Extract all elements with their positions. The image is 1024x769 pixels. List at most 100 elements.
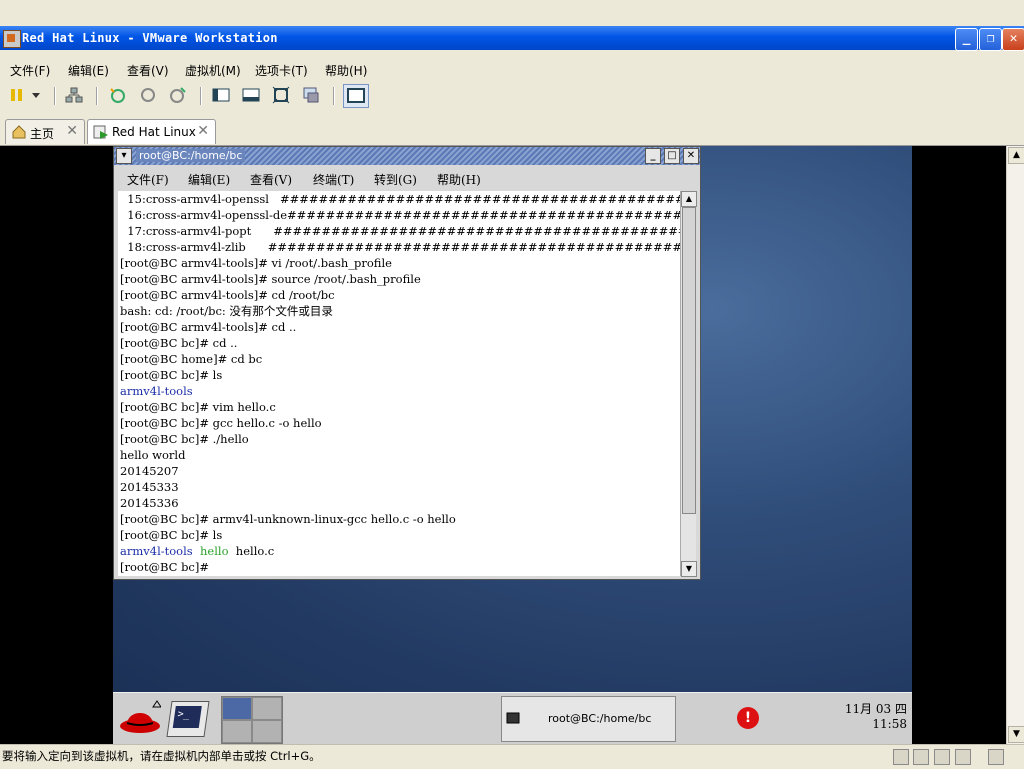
terminal-scroll-up-icon[interactable]: ▲ <box>681 191 697 207</box>
terminal-line: [root@BC armv4l-tools]# cd /root/bc <box>120 288 335 302</box>
terminal-scrollbar[interactable]: ▲ ▼ <box>680 191 697 577</box>
terminal-line: [root@BC bc]# ls <box>120 368 223 382</box>
terminal-line: 15:cross-armv4l-openssl ################… <box>120 192 680 206</box>
terminal-line: 20145336 <box>120 496 179 510</box>
terminal-line-segment: hello <box>200 544 229 558</box>
terminal-menu-file[interactable]: 文件(F) <box>127 171 169 188</box>
vm-scrollbar[interactable]: ▲ ▼ <box>1006 146 1024 744</box>
workspace-2[interactable] <box>252 697 282 720</box>
minimize-button[interactable]: _ <box>955 28 978 51</box>
terminal-line: [root@BC bc]# vim hello.c <box>120 400 276 414</box>
pause-icon[interactable] <box>8 86 26 104</box>
terminal-menu-view[interactable]: 查看(V) <box>250 171 292 188</box>
terminal-launcher-icon[interactable] <box>166 701 210 737</box>
menubar: 文件(F) 编辑(E) 查看(V) 虚拟机(M) 选项卡(T) 帮助(H) <box>0 58 1024 80</box>
taskbar-button-label: root@BC:/home/bc <box>548 712 652 725</box>
terminal-close-icon[interactable]: ✕ <box>683 148 699 164</box>
home-icon <box>12 125 26 139</box>
network-icon[interactable] <box>65 86 83 104</box>
toolbar <box>0 82 1024 110</box>
terminal-line: armv4l-tools <box>120 384 193 398</box>
terminal-line: 17:cross-armv4l-popt ###################… <box>120 224 680 238</box>
window-titlebar[interactable]: Red Hat Linux - VMware Workstation _ ❐ ✕ <box>0 26 1024 51</box>
terminal-menubar: 文件(F) 编辑(E) 查看(V) 终端(T) 转到(G) 帮助(H) <box>114 167 700 189</box>
terminal-line: bash: cd: /root/bc: 没有那个文件或目录 <box>120 304 333 318</box>
sound-icon[interactable] <box>955 749 971 765</box>
terminal-line: 16:cross-armv4l-openssl-de##############… <box>127 208 680 222</box>
unity-icon[interactable] <box>302 86 320 104</box>
taskbar-button-terminal[interactable]: root@BC:/home/bc <box>501 696 676 742</box>
menu-view[interactable]: 查看(V) <box>127 62 169 79</box>
close-button[interactable]: ✕ <box>1002 28 1024 51</box>
menu-tabs[interactable]: 选项卡(T) <box>255 62 308 79</box>
terminal-window[interactable]: ▾ root@BC:/home/bc _ □ ✕ 文件(F) 编辑(E) 查看(… <box>113 146 701 580</box>
close-tab-icon[interactable]: ✕ <box>66 123 78 139</box>
tab-home-label: 主页 <box>30 127 55 141</box>
power-dropdown-icon[interactable] <box>30 86 42 104</box>
console-view-icon[interactable] <box>242 86 260 104</box>
terminal-menu-edit[interactable]: 编辑(E) <box>188 171 230 188</box>
menu-help[interactable]: 帮助(H) <box>325 62 367 79</box>
terminal-maximize-icon[interactable]: □ <box>664 148 680 164</box>
terminal-line: [root@BC bc]# ./hello <box>120 432 249 446</box>
tab-red-hat-linux[interactable]: Red Hat Linux ✕ <box>87 119 216 144</box>
linux-panel: root@BC:/home/bc ! 11月 03 四 11:58 <box>113 692 912 745</box>
workspace-4[interactable] <box>252 720 282 743</box>
workspace-switcher[interactable] <box>221 696 283 744</box>
status-bar: 要将输入定向到该虚拟机，请在虚拟机内部单击或按 Ctrl+G。 <box>0 744 1024 769</box>
toolbar-separator <box>333 87 335 105</box>
tab-vm-label: Red Hat Linux <box>112 125 196 139</box>
tab-bar: 主页 ✕ Red Hat Linux ✕ <box>0 115 1024 146</box>
red-hat-menu-icon[interactable] <box>119 699 162 735</box>
terminal-line: [root@BC bc]# <box>120 560 209 574</box>
tab-home[interactable]: 主页 ✕ <box>5 119 85 144</box>
terminal-minimize-icon[interactable]: _ <box>645 148 661 164</box>
hard-disk-icon[interactable] <box>893 749 909 765</box>
snapshot-icon[interactable] <box>108 86 126 104</box>
terminal-line: hello world <box>120 448 186 462</box>
close-tab-icon[interactable]: ✕ <box>197 123 209 139</box>
workspace-3[interactable] <box>222 720 252 743</box>
terminal-output[interactable]: 15:cross-armv4l-openssl ################… <box>118 191 680 576</box>
terminal-menu-help[interactable]: 帮助(H) <box>437 171 481 188</box>
clock-time: 11:58 <box>872 717 907 731</box>
terminal-line: armv4l-tools hello hello.c <box>118 543 680 559</box>
revert-snapshot-icon[interactable] <box>139 86 157 104</box>
scroll-up-icon[interactable]: ▲ <box>1008 147 1024 164</box>
terminal-scroll-thumb[interactable] <box>682 207 696 514</box>
terminal-line: [root@BC bc]# ls <box>120 528 223 542</box>
terminal-line: [root@BC bc]# armv4l-unknown-linux-gcc h… <box>120 512 456 526</box>
toolbar-separator <box>96 87 98 105</box>
thumbnail-bar-icon[interactable] <box>343 84 369 108</box>
terminal-titlebar[interactable]: ▾ root@BC:/home/bc _ □ ✕ <box>114 147 700 165</box>
terminal-line-segment: armv4l-tools <box>120 544 193 558</box>
menu-vm[interactable]: 虚拟机(M) <box>185 62 241 79</box>
terminal-menu-goto[interactable]: 转到(G) <box>374 171 417 188</box>
terminal-line: 18:cross-armv4l-zlib ###################… <box>120 240 680 254</box>
window-menu-icon[interactable]: ▾ <box>116 148 132 164</box>
alert-icon[interactable]: ! <box>737 707 759 729</box>
toolbar-separator <box>200 87 202 105</box>
workspace-1[interactable] <box>222 697 252 720</box>
panel-clock[interactable]: 11月 03 四 11:58 <box>821 702 907 732</box>
scroll-down-icon[interactable]: ▼ <box>1008 726 1024 743</box>
menu-edit[interactable]: 编辑(E) <box>68 62 109 79</box>
status-message: 要将输入定向到该虚拟机，请在虚拟机内部单击或按 Ctrl+G。 <box>2 749 321 763</box>
menu-file[interactable]: 文件(F) <box>10 62 50 79</box>
window-title: Red Hat Linux - VMware Workstation <box>22 31 278 45</box>
terminal-small-icon <box>506 712 520 724</box>
cdrom-icon[interactable] <box>913 749 929 765</box>
network-adapter-icon[interactable] <box>934 749 950 765</box>
terminal-line-segment <box>193 544 200 558</box>
terminal-line: [root@BC armv4l-tools]# vi /root/.bash_p… <box>120 256 392 270</box>
terminal-line: [root@BC bc]# gcc hello.c -o hello <box>120 416 322 430</box>
terminal-scroll-down-icon[interactable]: ▼ <box>681 561 697 577</box>
vm-icon <box>93 125 108 139</box>
snapshot-manager-icon[interactable] <box>169 86 187 104</box>
clock-date: 11月 03 四 <box>844 702 907 716</box>
sidebar-view-icon[interactable] <box>212 86 230 104</box>
restore-button[interactable]: ❐ <box>979 28 1002 51</box>
message-log-icon[interactable] <box>988 749 1004 765</box>
fullscreen-icon[interactable] <box>272 86 290 104</box>
terminal-menu-terminal[interactable]: 终端(T) <box>313 171 354 188</box>
